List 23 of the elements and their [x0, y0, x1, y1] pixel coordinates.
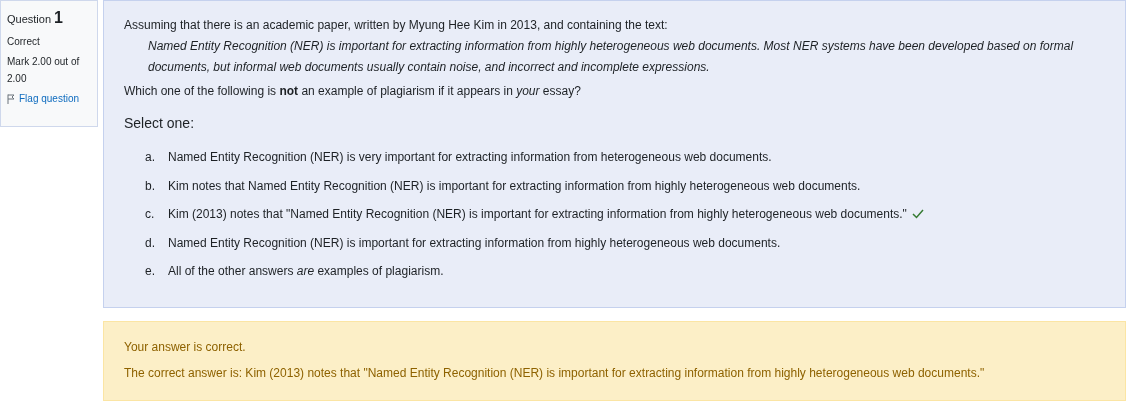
question-mark: Mark 2.00 out of 2.00 [7, 55, 81, 86]
answer-option[interactable]: Kim notes that Named Entity Recognition (NER) is important for extracting information from highly heterogeneous web documents. [168, 176, 861, 195]
option-letter: e. [145, 263, 156, 281]
select-one-label: Select one: [124, 114, 196, 133]
option-letter: a. [145, 149, 156, 167]
question-status: Correct [7, 35, 41, 49]
check-icon [911, 209, 924, 220]
correct-answer-text: The correct answer is: Kim (2013) notes that "Named Entity Recognition (NER) is important for extracting information from highly heterogeneous web documents." [124, 365, 986, 382]
question-intro: Assuming that there is an academic paper, written by Myung Hee Kim in 2013, and containing the text: [124, 17, 669, 34]
answer-option[interactable]: All of the other answers are examples of plagiarism. [168, 262, 444, 281]
feedback-result: Your answer is correct. [124, 339, 247, 356]
flag-icon [7, 93, 15, 104]
answer-option[interactable]: Named Entity Recognition (NER) is important for extracting information from highly heterogeneous web documents. [168, 233, 781, 252]
quoted-text: Named Entity Recognition (NER) is important for extracting information from highly heterogeneous web documents. Most NER systems have been developed based on formal documents, but informal web documents usually contain noise, and incorrect and incomplete expressions. [147, 38, 1075, 76]
question-number: 1 [54, 8, 63, 28]
flag-question-link[interactable]: Flag question [7, 91, 91, 106]
option-letter: d. [145, 234, 156, 252]
answer-option[interactable]: Named Entity Recognition (NER) is very important for extracting information from heterogeneous web documents. [168, 148, 772, 167]
option-letter: b. [145, 177, 156, 195]
question-label: Question [7, 12, 52, 27]
answer-option[interactable]: Kim (2013) notes that "Named Entity Recognition (NER) is important for extracting information from highly heterogeneous web documents." [168, 205, 907, 224]
question-prompt: Which one of the following is not an example of plagiarism if it appears in your essay? [124, 83, 582, 100]
option-letter: c. [145, 206, 156, 224]
